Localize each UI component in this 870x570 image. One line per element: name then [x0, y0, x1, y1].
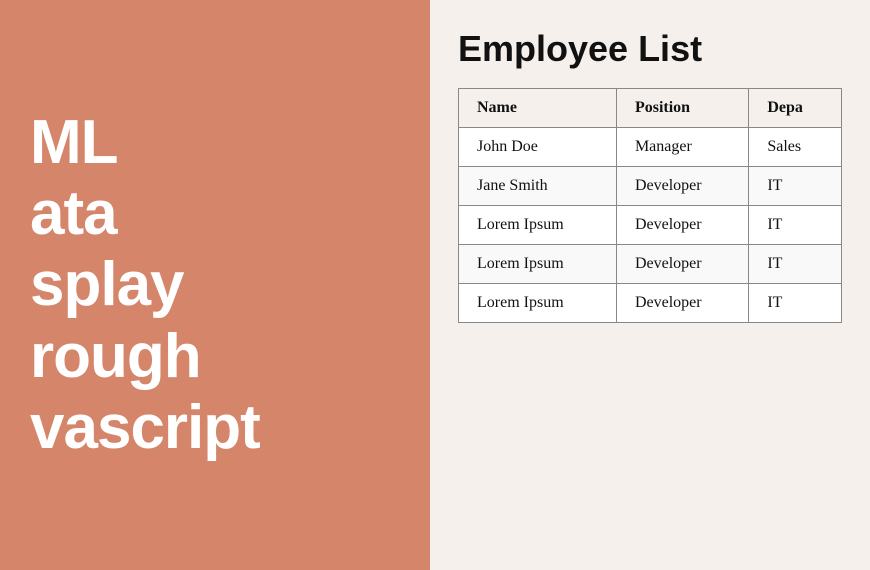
- left-title: MLatasplayroughvascript: [30, 107, 260, 463]
- col-header-position: Position: [616, 89, 748, 128]
- cell-department: IT: [749, 206, 842, 245]
- table-row: Lorem IpsumDeveloperIT: [459, 206, 842, 245]
- col-header-department: Depa: [749, 89, 842, 128]
- table-row: Jane SmithDeveloperIT: [459, 167, 842, 206]
- table-row: John DoeManagerSales: [459, 128, 842, 167]
- table-row: Lorem IpsumDeveloperIT: [459, 245, 842, 284]
- cell-department: Sales: [749, 128, 842, 167]
- cell-department: IT: [749, 245, 842, 284]
- cell-name: John Doe: [459, 128, 617, 167]
- employee-table: Name Position Depa John DoeManagerSalesJ…: [458, 88, 842, 323]
- cell-position: Developer: [616, 167, 748, 206]
- section-title: Employee List: [458, 28, 842, 70]
- table-row: Lorem IpsumDeveloperIT: [459, 284, 842, 323]
- table-header-row: Name Position Depa: [459, 89, 842, 128]
- cell-name: Jane Smith: [459, 167, 617, 206]
- cell-position: Developer: [616, 245, 748, 284]
- right-panel: Employee List Name Position Depa John Do…: [430, 0, 870, 570]
- cell-name: Lorem Ipsum: [459, 284, 617, 323]
- cell-name: Lorem Ipsum: [459, 206, 617, 245]
- cell-position: Manager: [616, 128, 748, 167]
- cell-position: Developer: [616, 206, 748, 245]
- left-panel: MLatasplayroughvascript: [0, 0, 430, 570]
- cell-position: Developer: [616, 284, 748, 323]
- cell-department: IT: [749, 167, 842, 206]
- cell-department: IT: [749, 284, 842, 323]
- cell-name: Lorem Ipsum: [459, 245, 617, 284]
- col-header-name: Name: [459, 89, 617, 128]
